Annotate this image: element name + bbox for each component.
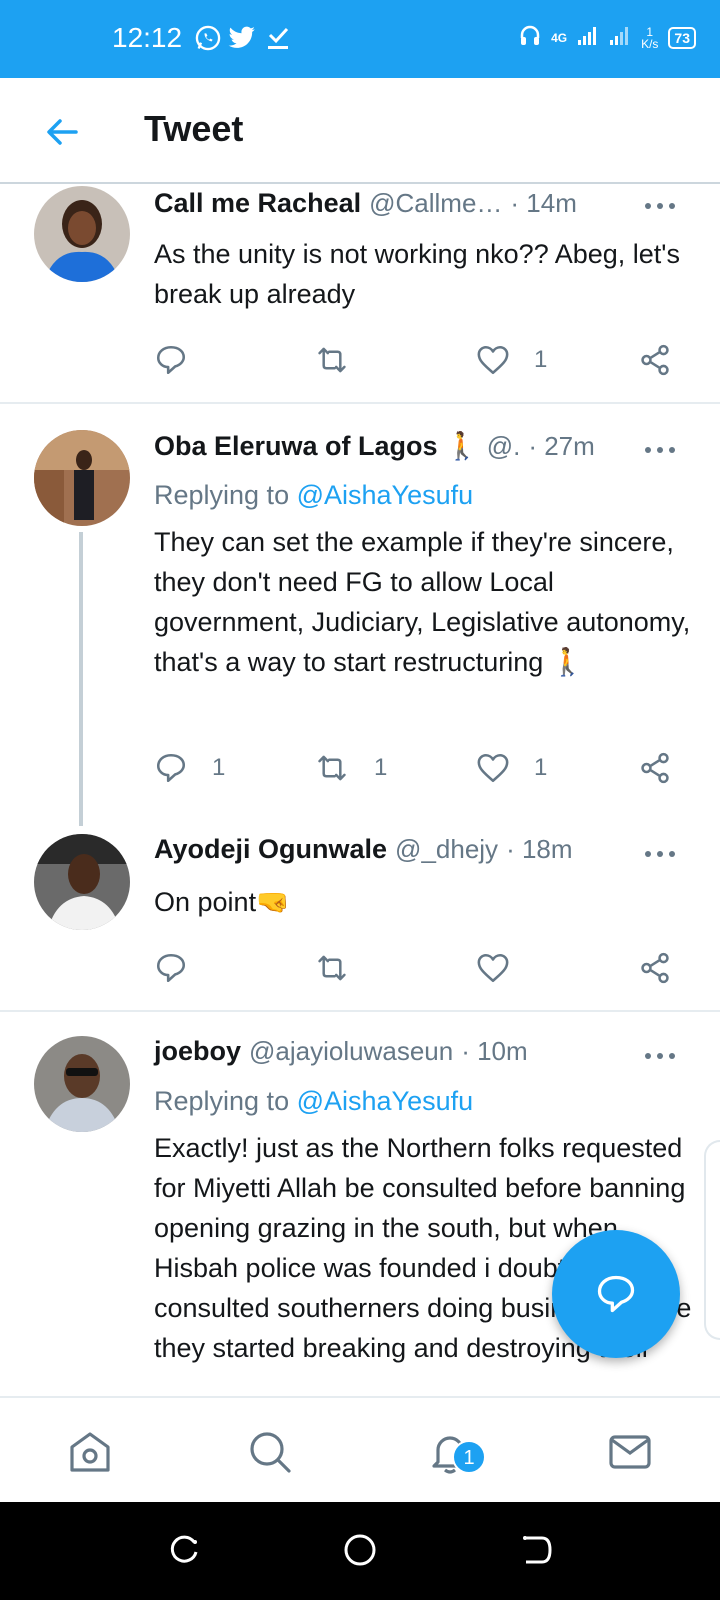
reply-fab-button[interactable] (552, 1230, 680, 1358)
page-title: Tweet (144, 108, 244, 149)
status-right: 4G 1 K/s 73 (519, 24, 696, 51)
tweet-header: joeboy @ajayioluwaseun · 10m (154, 1036, 528, 1072)
tweet-time: · 10m (461, 1036, 528, 1066)
display-name[interactable]: joeboy (154, 1036, 241, 1067)
thread-line (79, 532, 83, 826)
divider (0, 402, 720, 404)
headset-icon (519, 24, 541, 51)
like-button[interactable]: 1 (476, 748, 547, 788)
compose-reply-icon (597, 1275, 635, 1313)
reply-button[interactable]: 1 (154, 748, 225, 788)
tweet-actions: 1 (154, 340, 694, 380)
status-time: 12:12 (112, 22, 183, 53)
share-icon[interactable] (638, 748, 672, 788)
user-handle[interactable]: @. (487, 431, 521, 462)
tweet-header: Oba Eleruwa of Lagos 🚶 @. · 27m (154, 430, 595, 466)
status-bar: 12:12 4G 1 K/s 73 (0, 0, 720, 78)
display-name[interactable]: Ayodeji Ogunwale (154, 834, 387, 865)
network-speed: 1 K/s (641, 24, 659, 51)
more-icon[interactable] (640, 196, 680, 216)
heart-icon[interactable] (476, 948, 510, 988)
arrow-left-icon[interactable] (40, 110, 84, 154)
avatar[interactable] (34, 1036, 130, 1132)
user-handle[interactable]: @Callme… (369, 188, 502, 219)
retweet-icon[interactable] (314, 340, 350, 380)
signal-icon (577, 26, 599, 49)
messages-icon[interactable] (602, 1424, 658, 1480)
avatar[interactable] (34, 186, 130, 282)
tweet-text: As the unity is not working nko?? Abeg, … (154, 239, 680, 309)
more-icon[interactable] (640, 844, 680, 864)
tweet-header: Ayodeji Ogunwale @_dhejy · 18m (154, 834, 573, 870)
tweet-time: · 27m (528, 431, 595, 461)
replying-to: Replying to @AishaYesufu (154, 1086, 474, 1116)
reply-count: 1 (212, 754, 226, 781)
user-handle[interactable]: @_dhejy (395, 834, 498, 865)
home-circle-icon[interactable] (340, 1530, 380, 1570)
reply-icon[interactable] (154, 340, 188, 380)
recent-apps-icon[interactable] (164, 1530, 204, 1570)
like-button[interactable]: 1 (476, 340, 547, 380)
app-header: Tweet (0, 78, 720, 184)
system-nav-bar (0, 1502, 720, 1600)
back-icon[interactable] (516, 1530, 556, 1570)
tweet-time: · 14m (510, 188, 577, 218)
network-type: 4G (551, 30, 568, 45)
download-done-icon (266, 22, 290, 54)
like-count: 1 (534, 346, 548, 373)
retweet-count: 1 (374, 754, 388, 781)
tweet-actions: 1 1 1 (154, 748, 694, 788)
whatsapp-icon (194, 22, 222, 54)
tweet-text: They can set the example if they're sinc… (154, 527, 691, 677)
display-name[interactable]: Call me Racheal (154, 188, 361, 219)
battery-indicator: 73 (668, 26, 696, 49)
retweet-button[interactable]: 1 (314, 748, 387, 788)
replying-to: Replying to @AishaYesufu (154, 480, 474, 510)
reply-icon[interactable] (154, 948, 188, 988)
bottom-nav (0, 1396, 720, 1502)
share-icon[interactable] (638, 948, 672, 988)
side-panel-handle[interactable] (704, 1140, 720, 1340)
retweet-icon (318, 755, 346, 781)
more-icon[interactable] (640, 1046, 680, 1066)
more-icon[interactable] (640, 440, 680, 460)
tweet-header: Call me Racheal @Callme… · 14m (154, 188, 577, 224)
share-icon[interactable] (638, 340, 672, 380)
twitter-icon (228, 22, 256, 54)
tweet-actions (154, 948, 694, 988)
user-handle[interactable]: @ajayioluwaseun (249, 1036, 453, 1067)
notification-badge: 1 (452, 1440, 486, 1474)
signal-icon-2 (609, 26, 631, 49)
retweet-icon[interactable] (314, 948, 350, 988)
divider (0, 1010, 720, 1012)
heart-icon (477, 345, 509, 375)
avatar[interactable] (34, 430, 130, 526)
heart-icon (477, 753, 509, 783)
mention-link[interactable]: @AishaYesufu (297, 480, 474, 510)
tweet-text: On point🤜 (154, 887, 290, 917)
tweet-time: · 18m (506, 834, 573, 864)
reply-icon (156, 753, 186, 783)
avatar[interactable] (34, 834, 130, 930)
like-count: 1 (534, 754, 548, 781)
display-name[interactable]: Oba Eleruwa of Lagos 🚶 (154, 430, 479, 462)
search-icon[interactable] (242, 1424, 298, 1480)
home-icon[interactable] (62, 1424, 118, 1480)
mention-link[interactable]: @AishaYesufu (297, 1086, 474, 1116)
